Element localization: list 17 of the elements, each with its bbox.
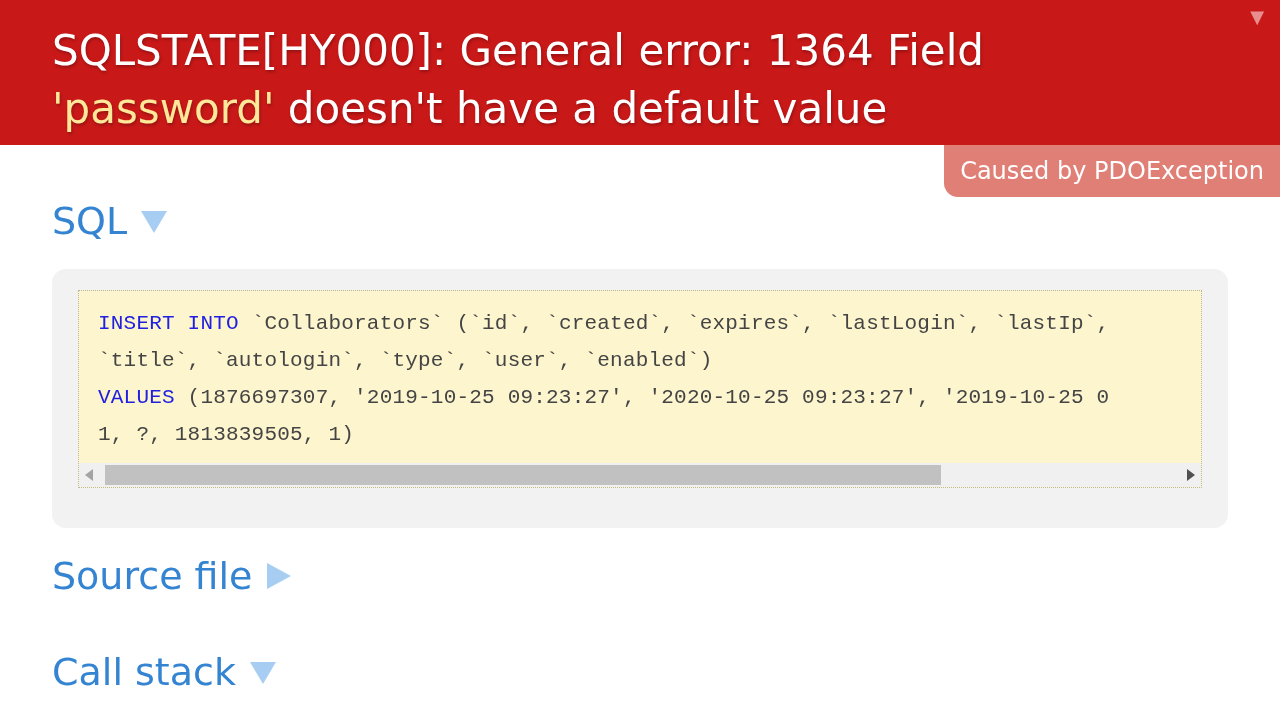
down-triangle-icon	[141, 208, 168, 234]
code-line: 1, ?, 1813839505, 1)	[98, 422, 356, 448]
collapse-toggle[interactable]: ▼	[1250, 6, 1264, 27]
scroll-right-icon[interactable]	[1187, 469, 1195, 481]
code-line: INSERT INTO `Collaborators` (`id`, `created`, `expires`, `lastLogin`, `lastIp`,	[98, 311, 1111, 337]
caused-by-link[interactable]: Caused by PDOException	[944, 145, 1280, 197]
section-heading[interactable]: SQL	[52, 199, 168, 243]
right-triangle-icon	[266, 563, 293, 589]
section-heading[interactable]: Source file	[52, 554, 293, 598]
horizontal-scrollbar[interactable]	[79, 463, 1201, 487]
code-line: `title`, `autologin`, `type`, `user`, `enabled`)	[98, 348, 714, 374]
scrollbar-thumb[interactable]	[105, 465, 941, 485]
code-line: VALUES (1876697307, '2019-10-25 09:23:27', '2020-10-25 09:23:27', '2019-10-25 0	[98, 385, 1111, 411]
scroll-left-icon[interactable]	[85, 469, 93, 481]
down-triangle-icon	[249, 659, 276, 685]
error-message: SQLSTATE[HY000]: General error: 1364 Field 'password' doesn't have a default value	[52, 25, 985, 135]
section-heading[interactable]: Call stack	[52, 650, 276, 694]
